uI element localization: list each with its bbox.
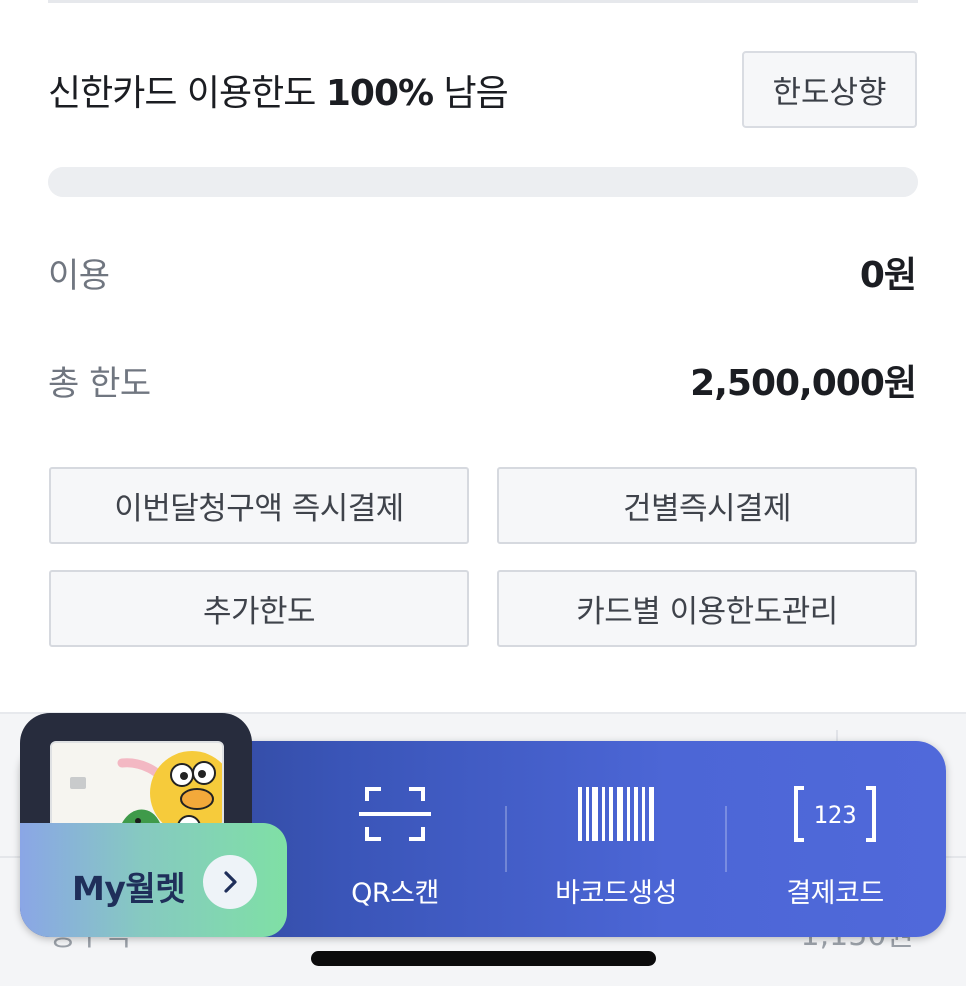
chevron-right-icon[interactable]: [203, 855, 257, 909]
qr-scan-button[interactable]: QR스캔: [330, 741, 460, 937]
my-wallet-label: My월렛: [72, 869, 186, 908]
limit-progress-bar: [48, 167, 918, 197]
qr-scan-label: QR스캔: [351, 878, 439, 909]
payment-code-label: 결제코드: [786, 878, 884, 909]
used-label: 이용: [48, 256, 110, 296]
card-limit-manage-button[interactable]: 카드별 이용한도관리: [497, 570, 917, 647]
qr-scan-icon: [359, 783, 431, 845]
top-divider: [48, 0, 918, 3]
barcode-icon: [578, 783, 654, 845]
bar-separator: [725, 806, 727, 872]
limit-percent: 100%: [325, 73, 434, 114]
payment-code-icon-text: 123: [813, 801, 856, 829]
barcode-generate-button[interactable]: 바코드생성: [541, 741, 691, 937]
total-limit-value: 2,500,000원: [690, 363, 917, 404]
limit-progress-fill: [48, 167, 918, 197]
payment-code-icon: 123: [792, 783, 878, 845]
limit-title-suffix: 남음: [433, 73, 509, 114]
total-limit-label: 총 한도: [48, 364, 151, 404]
payment-code-button[interactable]: 123 결제코드: [770, 741, 900, 937]
pay-per-item-button[interactable]: 건별즉시결제: [497, 467, 917, 544]
pay-bill-now-button[interactable]: 이번달청구액 즉시결제: [49, 467, 469, 544]
limit-title-prefix: 신한카드 이용한도: [48, 73, 326, 114]
limit-title: 신한카드 이용한도 100% 남음: [48, 64, 509, 116]
barcode-generate-label: 바코드생성: [555, 878, 677, 909]
used-value: 0원: [859, 255, 917, 296]
extra-limit-button[interactable]: 추가한도: [49, 570, 469, 647]
bar-separator: [505, 806, 507, 872]
home-indicator: [311, 951, 656, 966]
raise-limit-button[interactable]: 한도상향: [742, 51, 917, 128]
